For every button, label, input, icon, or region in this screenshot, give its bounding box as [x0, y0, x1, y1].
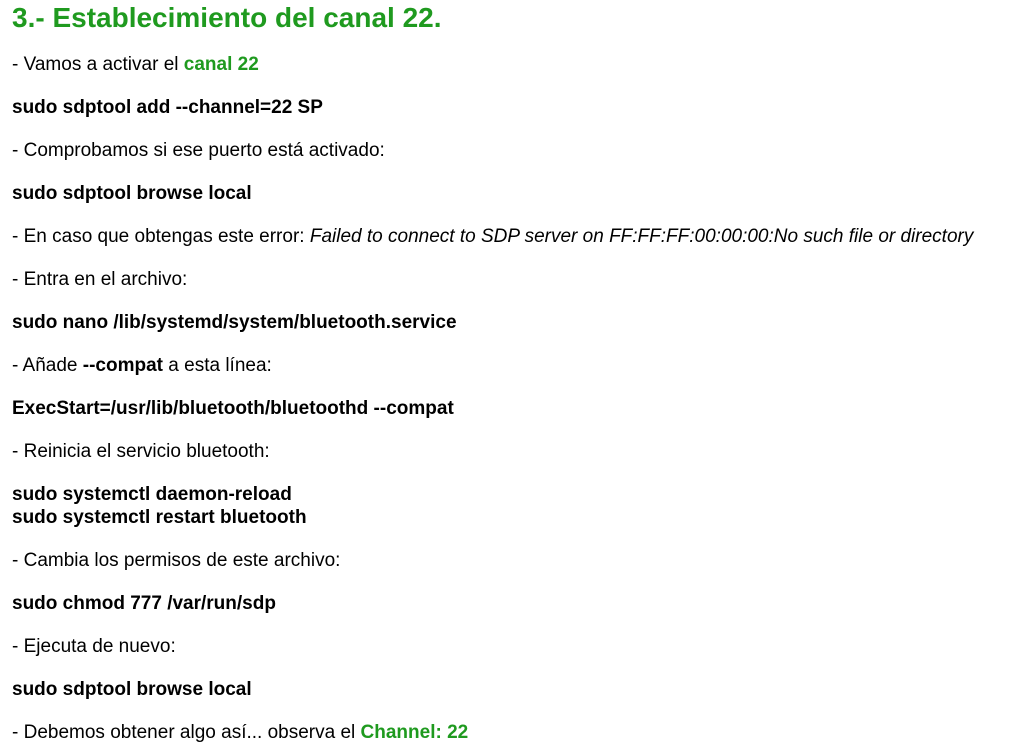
command-sdptool-browse-again: sudo sdptool browse local — [12, 679, 252, 700]
step-change-permissions: - Cambia los permisos de este archivo: — [12, 550, 341, 571]
step-text: a esta línea: — [163, 355, 272, 376]
command-sdptool-add: sudo sdptool add --channel=22 SP — [12, 97, 323, 118]
command-chmod: sudo chmod 777 /var/run/sdp — [12, 593, 276, 614]
compat-flag: --compat — [82, 355, 164, 376]
command-sdptool-browse: sudo sdptool browse local — [12, 183, 252, 204]
section-title: 3.- Establecimiento del canal 22. — [12, 2, 442, 33]
step-error-case: - En caso que obtengas este error: Faile… — [12, 225, 973, 248]
command-execstart: ExecStart=/usr/lib/bluetooth/bluetoothd … — [12, 398, 454, 419]
step-run-again: - Ejecuta de nuevo: — [12, 636, 176, 657]
step-open-file: - Entra en el archivo: — [12, 269, 188, 290]
step-expected-result: - Debemos obtener algo así... observa el… — [12, 721, 468, 744]
command-daemon-reload: sudo systemctl daemon-reload — [12, 484, 292, 505]
command-nano-service: sudo nano /lib/systemd/system/bluetooth.… — [12, 312, 457, 333]
channel-result-highlight: Channel: 22 — [360, 722, 469, 743]
step-text: - En caso que obtengas este error: — [12, 226, 310, 247]
error-message: Failed to connect to SDP server on FF:FF… — [309, 226, 974, 247]
step-text: - Vamos a activar el — [12, 54, 184, 75]
channel-highlight: canal 22 — [183, 54, 259, 75]
step-activate-channel: - Vamos a activar el canal 22 — [12, 53, 259, 76]
command-restart-bluetooth: sudo systemctl restart bluetooth — [12, 507, 307, 528]
step-restart-service: - Reinicia el servicio bluetooth: — [12, 441, 270, 462]
step-add-compat: - Añade --compat a esta línea: — [12, 354, 272, 377]
step-text: - Añade — [12, 355, 83, 376]
step-check-port: - Comprobamos si ese puerto está activad… — [12, 140, 385, 161]
step-text: - Debemos obtener algo así... observa el — [12, 722, 361, 743]
